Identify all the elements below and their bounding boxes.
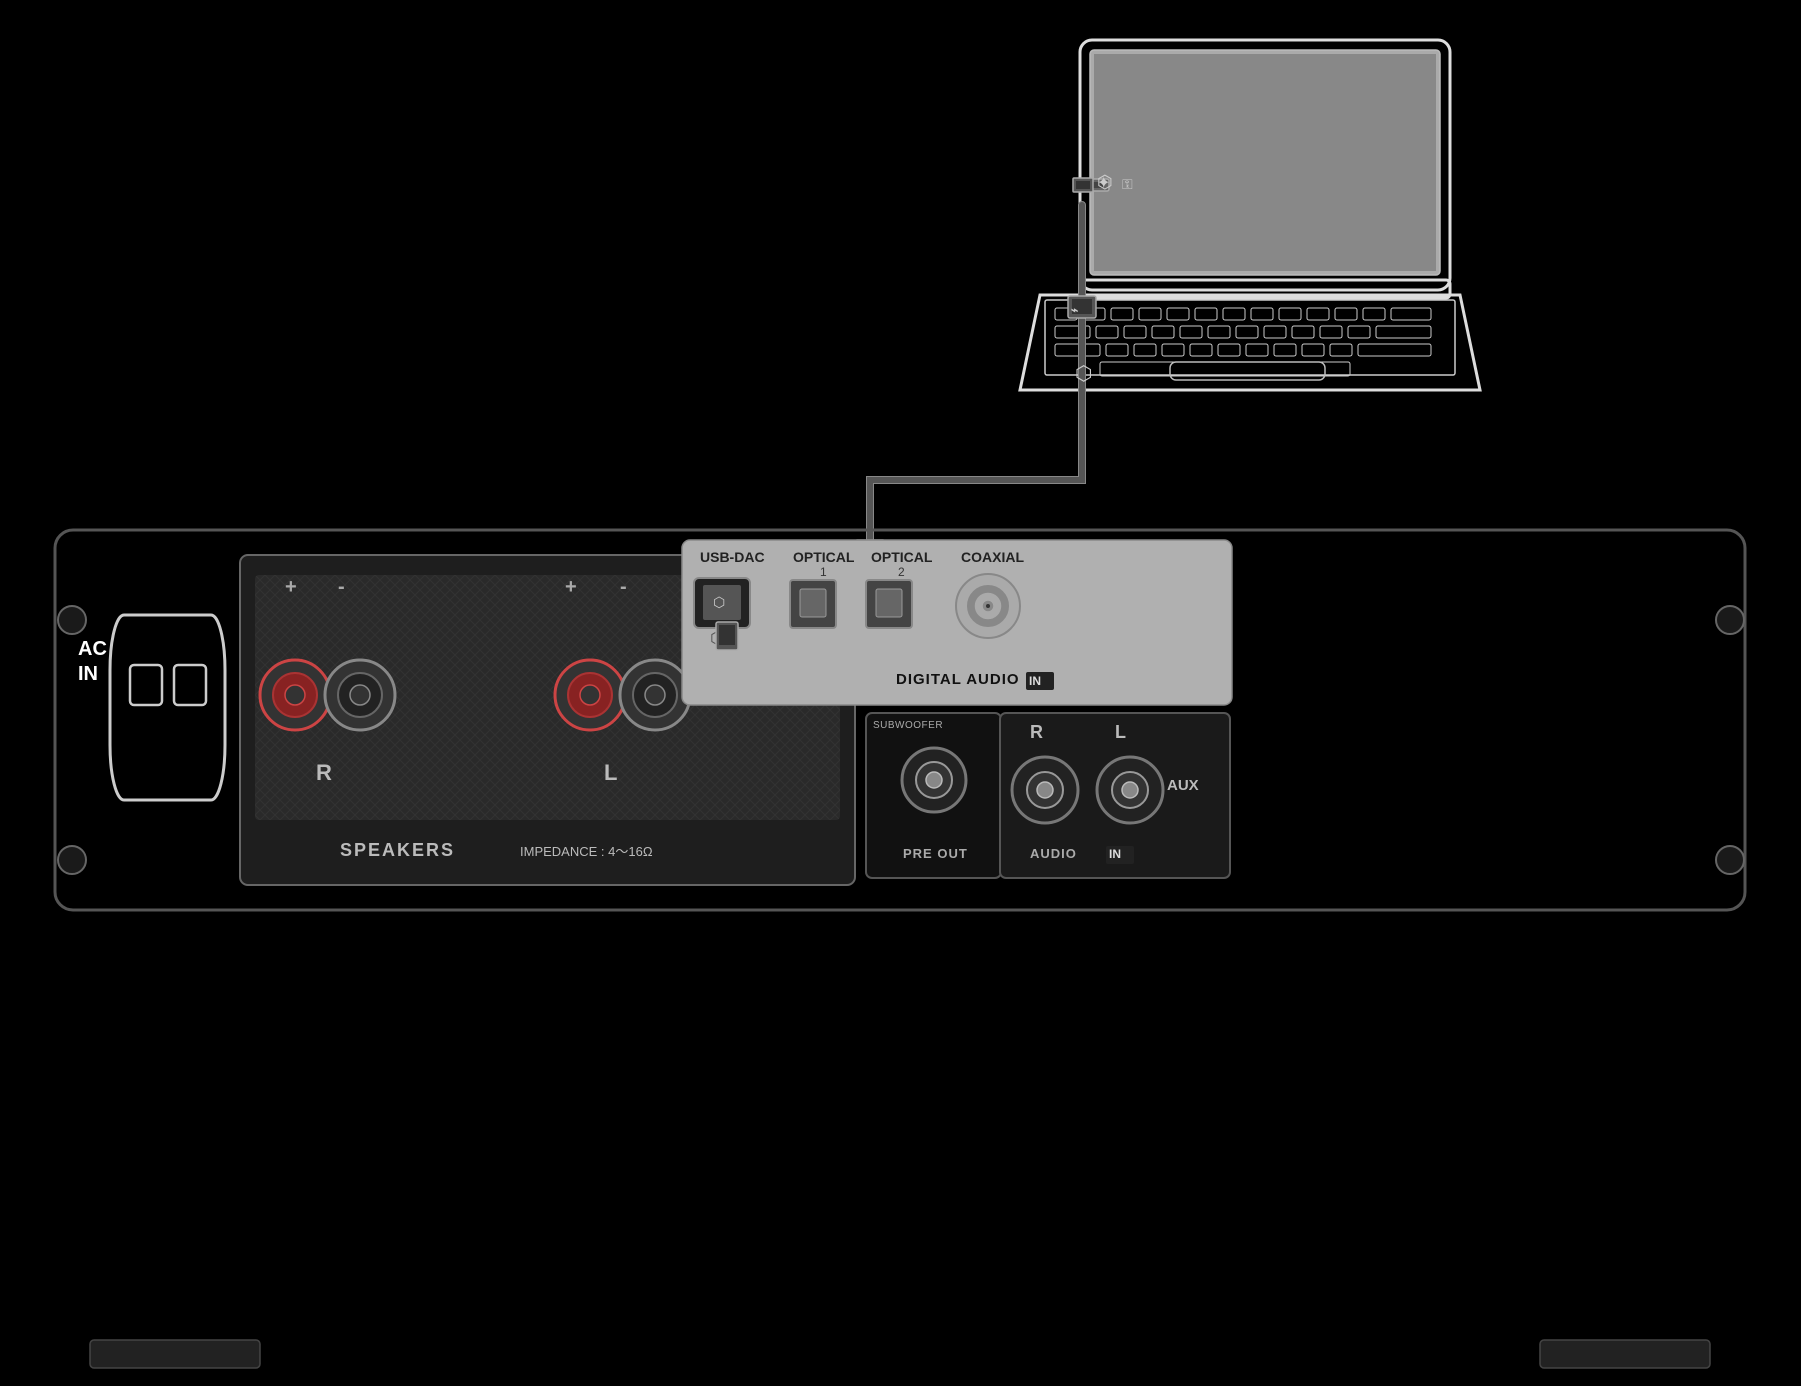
svg-text:+: + bbox=[285, 576, 297, 598]
svg-text:OPTICAL: OPTICAL bbox=[871, 549, 933, 565]
svg-text:OPTICAL: OPTICAL bbox=[793, 549, 855, 565]
svg-text:PRE OUT: PRE OUT bbox=[903, 846, 968, 861]
svg-text:1: 1 bbox=[820, 565, 827, 579]
svg-text:-: - bbox=[338, 576, 345, 598]
svg-text:SPEAKERS: SPEAKERS bbox=[340, 840, 455, 860]
svg-text:L: L bbox=[1115, 722, 1126, 742]
svg-text:⬡: ⬡ bbox=[713, 594, 725, 610]
svg-text:SUBWOOFER: SUBWOOFER bbox=[873, 720, 943, 731]
svg-text:-: - bbox=[620, 576, 627, 598]
svg-text:2: 2 bbox=[898, 565, 905, 579]
svg-text:AUX: AUX bbox=[1167, 777, 1199, 794]
svg-text:IN: IN bbox=[78, 663, 98, 685]
svg-text:R: R bbox=[1030, 722, 1043, 742]
svg-text:✦: ✦ bbox=[1097, 175, 1110, 192]
svg-text:DIGITAL AUDIO: DIGITAL AUDIO bbox=[896, 671, 1020, 688]
svg-text:L: L bbox=[604, 760, 617, 785]
svg-text:AUDIO: AUDIO bbox=[1030, 846, 1077, 861]
svg-text:IMPEDANCE : 4～16Ω: IMPEDANCE : 4～16Ω bbox=[520, 844, 653, 859]
svg-text:⌁: ⌁ bbox=[1071, 303, 1078, 317]
svg-text:⚿: ⚿ bbox=[1122, 176, 1133, 192]
svg-text:IN: IN bbox=[1029, 674, 1041, 688]
svg-text:USB-DAC: USB-DAC bbox=[700, 549, 765, 565]
svg-text:⬡: ⬡ bbox=[1075, 363, 1092, 385]
svg-text:R: R bbox=[316, 760, 332, 785]
svg-text:⬡: ⬡ bbox=[1097, 172, 1113, 192]
svg-text:⬡: ⬡ bbox=[710, 628, 726, 648]
svg-text:IN: IN bbox=[1109, 847, 1121, 861]
svg-text:+: + bbox=[565, 576, 577, 598]
svg-text:COAXIAL: COAXIAL bbox=[961, 549, 1024, 565]
svg-text:AC: AC bbox=[78, 638, 107, 660]
